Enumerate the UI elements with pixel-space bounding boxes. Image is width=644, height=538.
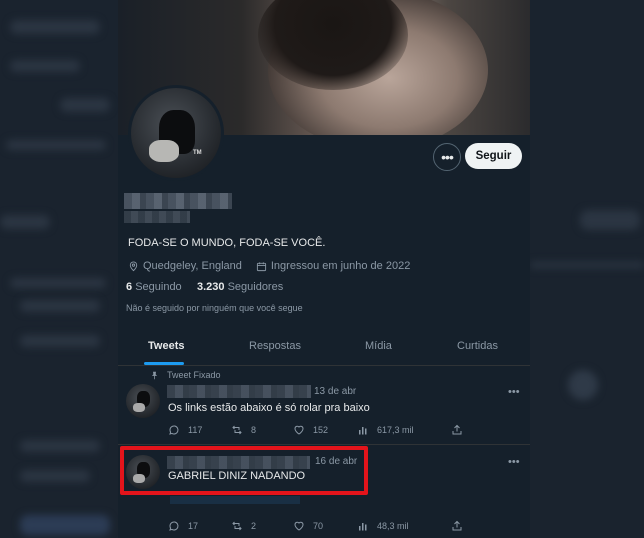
tweet-more-icon[interactable]: •••	[508, 456, 520, 468]
following-label: Seguindo	[135, 281, 182, 293]
not-followed-notice: Não é seguido por ninguém que você segue	[126, 303, 303, 313]
views-chart-icon	[359, 427, 367, 435]
share-button[interactable]	[451, 424, 463, 436]
tweet-actions: 17 2 70 48,3 mil	[168, 520, 468, 534]
retweet-icon	[232, 521, 242, 531]
like-button[interactable]: 70	[293, 520, 323, 532]
tab-curtidas[interactable]: Curtidas	[457, 340, 498, 352]
tab-respostas[interactable]: Respostas	[249, 340, 301, 352]
following-link[interactable]: 6 Seguindo	[126, 281, 182, 293]
reply-icon	[169, 425, 179, 435]
views-button[interactable]: 48,3 mil	[357, 520, 409, 532]
reply-button[interactable]: 17	[168, 520, 198, 532]
profile-stats: 6 Seguindo 3.230 Seguidores	[126, 281, 283, 293]
red-highlight-box	[120, 446, 368, 495]
profile-location: Quedgeley, England	[143, 260, 242, 272]
active-tab-indicator	[144, 362, 184, 365]
tab-tweets[interactable]: Tweets	[148, 340, 184, 352]
share-icon	[452, 520, 462, 531]
following-count: 6	[126, 281, 133, 293]
views-button[interactable]: 617,3 mil	[357, 424, 414, 436]
like-count: 152	[313, 425, 329, 435]
profile-tabs: Tweets Respostas Mídia Curtidas	[118, 328, 530, 366]
location-pin-icon	[129, 261, 138, 271]
followers-label: Seguidores	[227, 281, 284, 293]
pixelated-display-name	[124, 193, 232, 209]
pixelated-username	[124, 211, 190, 223]
profile-avatar[interactable]: TM	[128, 85, 224, 181]
reply-count: 117	[188, 425, 203, 435]
like-count: 70	[313, 521, 324, 531]
retweet-icon	[232, 425, 242, 435]
tweet-actions: 117 8 152 617,3 mil	[168, 424, 468, 438]
reply-button[interactable]: 117	[168, 424, 202, 436]
tweet-divider	[118, 444, 530, 445]
blurred-media-preview	[170, 496, 300, 504]
retweet-count: 8	[251, 425, 257, 435]
tab-midia[interactable]: Mídia	[365, 340, 392, 352]
pinned-label: Tweet Fixado	[150, 370, 221, 380]
followers-link[interactable]: 3.230 Seguidores	[197, 281, 283, 293]
tweet-avatar[interactable]	[126, 384, 160, 418]
followers-count: 3.230	[196, 281, 225, 293]
tweet-more-icon[interactable]: •••	[508, 386, 520, 398]
tweet-text: Os links estão abaixo é só rolar pra bai…	[168, 402, 370, 414]
heart-icon	[294, 521, 304, 531]
calendar-icon	[256, 261, 266, 271]
follow-button[interactable]: Seguir	[465, 143, 522, 169]
reply-icon	[169, 521, 179, 531]
pixelated-tweet-author	[167, 385, 311, 398]
profile-joined-date: Ingressou em junho de 2022	[270, 260, 411, 272]
more-options-button[interactable]: •••	[433, 143, 461, 171]
blurred-background-right	[530, 0, 644, 538]
share-icon	[452, 424, 462, 435]
views-chart-icon	[359, 523, 367, 531]
share-button[interactable]	[451, 520, 463, 532]
avatar-tm-badge: TM	[193, 150, 202, 156]
view-count: 48,3 mil	[377, 521, 409, 531]
blurred-background-left	[0, 0, 118, 538]
tweet-date[interactable]: 13 de abr	[314, 386, 356, 397]
like-button[interactable]: 152	[293, 424, 328, 436]
pinned-label-text: Tweet Fixado	[167, 370, 221, 380]
heart-icon	[294, 425, 304, 435]
reply-count: 17	[188, 521, 199, 531]
profile-meta: Quedgeley, England Ingressou em junho de…	[128, 260, 410, 272]
retweet-button[interactable]: 2	[231, 520, 256, 532]
retweet-button[interactable]: 8	[231, 424, 256, 436]
view-count: 617,3 mil	[377, 425, 414, 435]
retweet-count: 2	[251, 521, 257, 531]
pin-icon	[151, 371, 158, 379]
profile-bio: FODA-SE O MUNDO, FODA-SE VOCÊ.	[128, 237, 326, 249]
